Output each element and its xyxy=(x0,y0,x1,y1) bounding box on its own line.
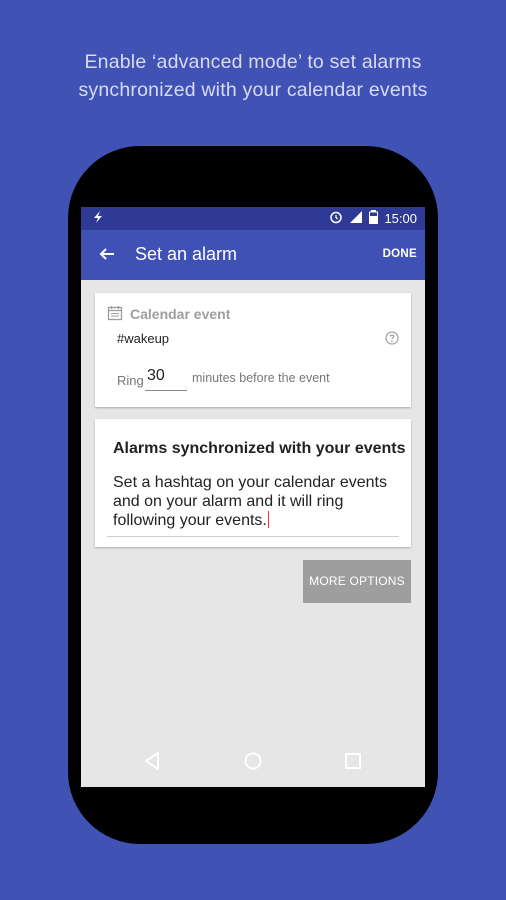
done-button[interactable]: DONE xyxy=(383,248,417,260)
input-underline xyxy=(107,536,399,537)
sync-body-text: Set a hashtag on your calendar events an… xyxy=(113,474,387,529)
promo-line-1: Enable ‘advanced mode’ to set alarms xyxy=(84,51,422,73)
calendar-event-card: Calendar event #wakeup Ring 30 minutes b… xyxy=(95,293,411,407)
promo-line-2: synchronized with your calendar events xyxy=(78,79,428,101)
app-bar: Set an alarm DONE xyxy=(81,230,425,280)
hashtag-value[interactable]: #wakeup xyxy=(117,331,169,346)
calendar-event-title: Calendar event xyxy=(130,306,231,322)
nav-bar xyxy=(81,740,425,782)
ring-label: Ring xyxy=(117,373,144,388)
page-title: Set an alarm xyxy=(135,244,238,264)
back-triangle-icon[interactable] xyxy=(142,750,164,772)
battery-icon xyxy=(369,210,379,227)
status-time: 15:00 xyxy=(384,211,417,226)
promo-text: Enable ‘advanced mode’ to set alarms syn… xyxy=(0,48,506,104)
arrow-left-icon[interactable] xyxy=(95,242,119,266)
alarm-icon xyxy=(329,210,343,227)
sync-title: Alarms synchronized with your events xyxy=(113,440,406,457)
ring-suffix-label: minutes before the event xyxy=(192,371,330,385)
sync-info-card: Alarms synchronized with your events Set… xyxy=(95,419,411,547)
status-bar: 15:00 xyxy=(81,207,425,230)
calendar-icon xyxy=(107,305,123,321)
help-icon[interactable] xyxy=(385,331,399,345)
flash-icon xyxy=(91,210,105,227)
phone-screen: 15:00 Set an alarm DONE Calendar event #… xyxy=(81,207,425,787)
recents-square-icon[interactable] xyxy=(342,750,364,772)
signal-icon xyxy=(349,210,363,227)
text-caret xyxy=(267,511,270,528)
sync-body-field[interactable]: Set a hashtag on your calendar events an… xyxy=(113,473,403,530)
ring-minutes-input[interactable]: 30 xyxy=(145,367,187,391)
home-circle-icon[interactable] xyxy=(242,750,264,772)
more-options-button[interactable]: MORE OPTIONS xyxy=(303,560,411,603)
